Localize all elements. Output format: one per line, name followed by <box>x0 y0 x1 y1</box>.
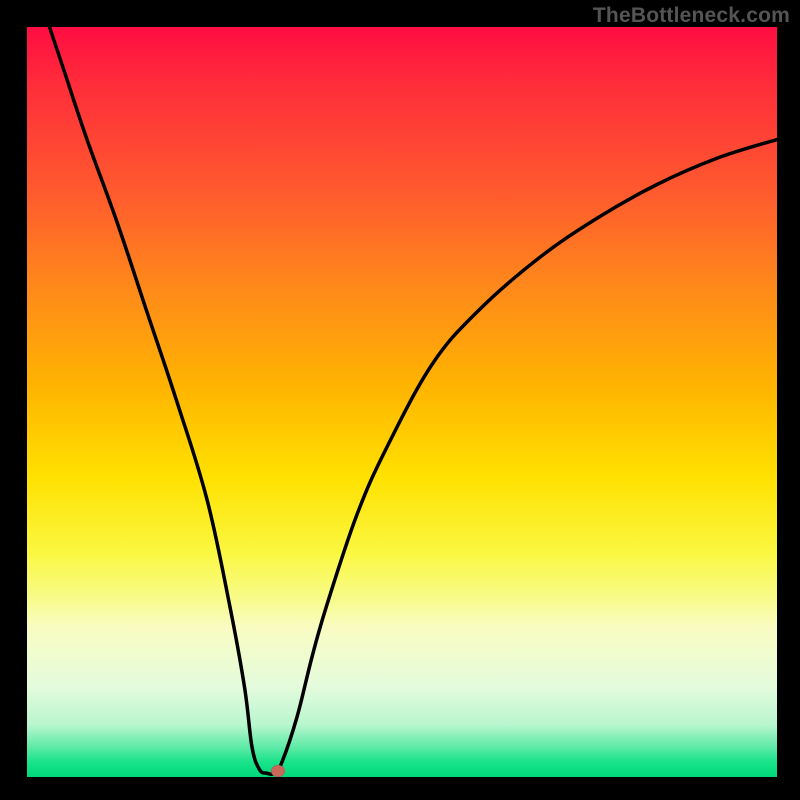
minimum-marker-icon <box>271 765 285 777</box>
watermark-text: TheBottleneck.com <box>593 4 790 28</box>
plot-area <box>27 27 777 777</box>
bottleneck-curve <box>50 27 778 774</box>
curve-layer <box>27 27 777 777</box>
chart-stage: TheBottleneck.com <box>0 0 800 800</box>
